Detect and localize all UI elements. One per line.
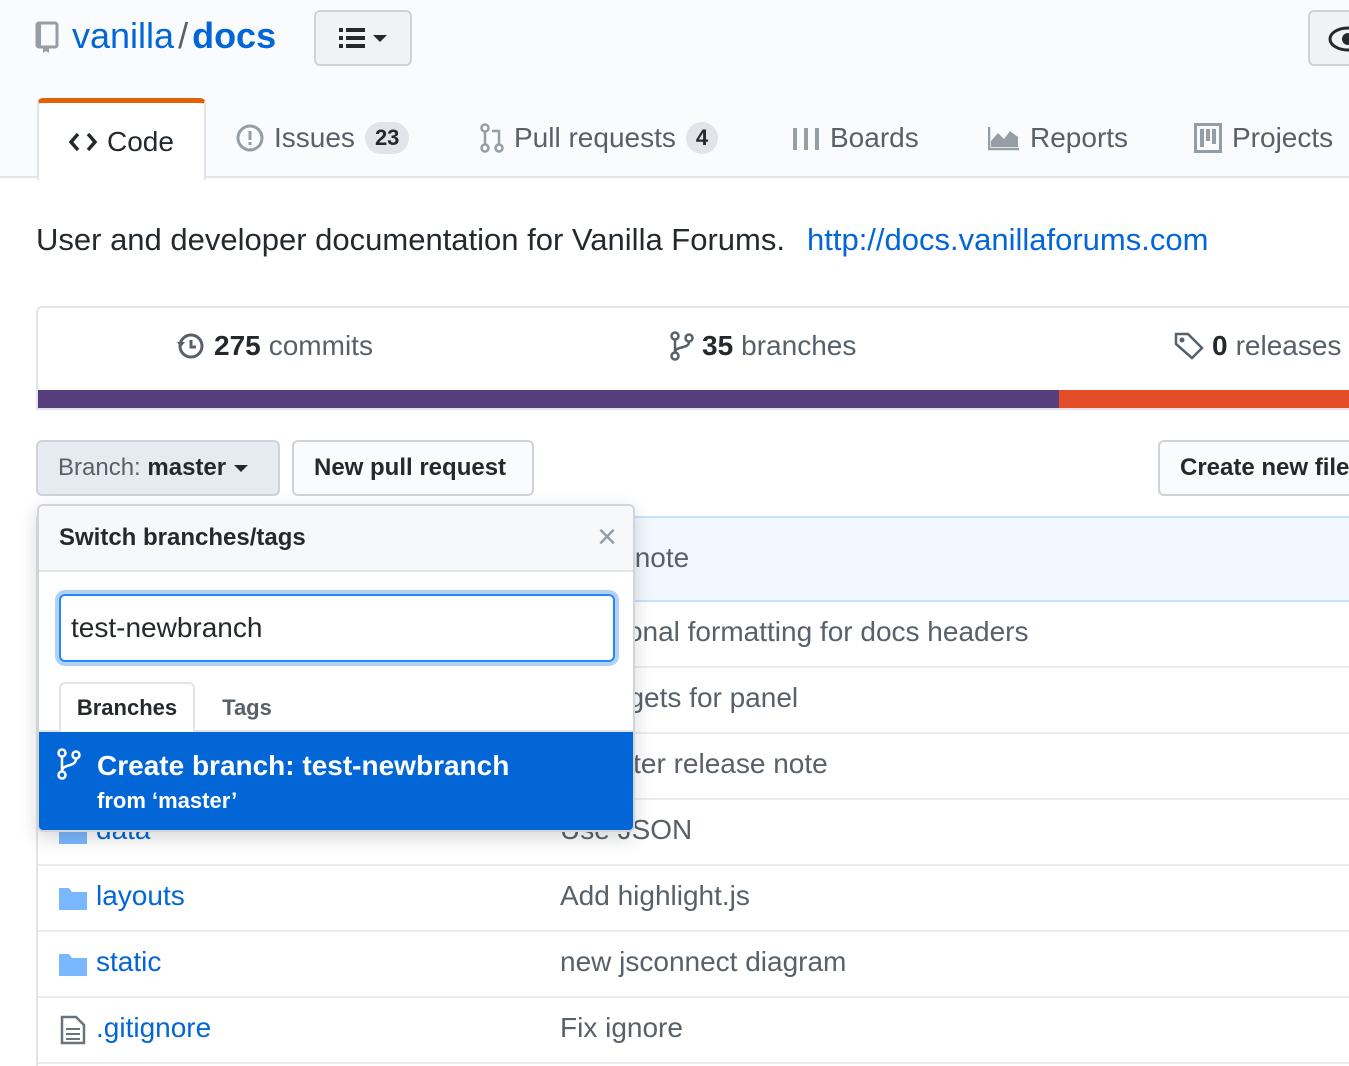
commit-message[interactable]: Add highlight.js xyxy=(560,880,750,912)
tab-branches[interactable]: Branches xyxy=(59,682,195,734)
branch-prefix: Branch: xyxy=(58,454,141,481)
issue-icon xyxy=(236,124,264,152)
tab-reports-label: Reports xyxy=(1030,122,1129,153)
file-name[interactable]: static xyxy=(96,946,161,978)
file-icon xyxy=(60,1015,86,1045)
branches-count: 35 xyxy=(702,330,734,361)
create-branch-source: from ‘master’ xyxy=(97,788,238,813)
tab-issues-label: Issues xyxy=(274,122,355,153)
repo-nav-tabs: Code Issues 23 Pull requests 4 Boards Re… xyxy=(0,98,1349,180)
folder-icon xyxy=(59,888,87,910)
caret-down-icon xyxy=(234,465,249,472)
eye-icon xyxy=(1328,26,1349,52)
repo-description: User and developer documentation for Van… xyxy=(36,222,1208,258)
tab-projects-label: Projects xyxy=(1232,122,1334,153)
repo-header: vanilla / docs Code Issues 23 Pull request… xyxy=(0,0,1349,180)
tab-boards-label: Boards xyxy=(830,122,919,153)
issues-counter: 23 xyxy=(364,122,410,154)
create-branch-item[interactable]: Create branch: test-newbranch from ‘mast… xyxy=(39,732,633,830)
branch-icon xyxy=(670,331,694,361)
tab-code-label: Code xyxy=(107,125,174,157)
tab-code[interactable]: Code xyxy=(37,98,206,180)
repo-owner-link[interactable]: vanilla xyxy=(72,15,174,56)
commit-message[interactable]: Fix ignore xyxy=(560,1012,683,1044)
tab-tags[interactable]: Tags xyxy=(209,682,285,734)
numbers-summary: 275 commits 35 branches 0 releases xyxy=(36,306,1349,410)
menu-header: Switch branches/tags × xyxy=(39,506,633,572)
tab-reports[interactable]: Reports xyxy=(988,98,1128,178)
branch-filter-input[interactable] xyxy=(59,594,615,662)
project-icon xyxy=(1194,123,1222,153)
language-bar[interactable] xyxy=(38,390,1349,408)
commits-count: 275 xyxy=(214,330,261,361)
branches-stat[interactable]: 35 branches xyxy=(670,330,856,362)
repo-title: vanilla / docs xyxy=(72,14,276,58)
close-icon[interactable]: × xyxy=(597,520,617,554)
branch-name: master xyxy=(147,454,227,481)
create-branch-title: Create branch: test-newbranch xyxy=(97,750,510,781)
caret-down-icon xyxy=(373,35,387,42)
repo-name-link[interactable]: docs xyxy=(192,15,276,56)
commits-label: commits xyxy=(268,330,373,361)
tab-projects[interactable]: Projects xyxy=(1194,98,1333,178)
file-name[interactable]: .gitignore xyxy=(96,1012,211,1044)
code-icon xyxy=(69,132,97,151)
menu-tabs: Branches Tags xyxy=(39,682,633,734)
commit-message[interactable]: new jsconnect diagram xyxy=(560,946,846,978)
tab-pull-requests-label: Pull requests xyxy=(514,122,676,153)
tab-boards[interactable]: Boards xyxy=(792,98,919,178)
tag-icon xyxy=(1174,332,1204,360)
releases-count: 0 xyxy=(1212,330,1228,361)
repo-separator: / xyxy=(178,15,189,56)
tab-pull-requests[interactable]: Pull requests 4 xyxy=(480,98,719,178)
graph-icon xyxy=(988,127,1019,151)
tab-issues[interactable]: Issues 23 xyxy=(236,98,410,178)
releases-stat[interactable]: 0 releases xyxy=(1174,330,1341,362)
menu-title: Switch branches/tags xyxy=(59,524,306,551)
description-text: User and developer documentation for Van… xyxy=(36,222,785,257)
pulls-counter: 4 xyxy=(685,122,719,154)
pull-request-icon xyxy=(480,123,504,153)
branches-label: branches xyxy=(741,330,857,361)
releases-label: releases xyxy=(1235,330,1342,361)
homepage-link[interactable]: http://docs.vanillaforums.com xyxy=(807,222,1208,257)
folder-icon xyxy=(59,954,87,976)
table-row: static new jsconnect diagram xyxy=(38,932,1349,998)
history-icon xyxy=(177,333,204,359)
table-row: .gitignore Fix ignore xyxy=(38,998,1349,1064)
table-row: layouts Add highlight.js xyxy=(38,866,1349,932)
create-new-file-button[interactable]: Create new file xyxy=(1158,440,1349,496)
branch-select-menu: Switch branches/tags × Branches Tags Cre… xyxy=(37,504,635,832)
new-pull-request-button[interactable]: New pull request xyxy=(292,440,534,496)
file-name[interactable]: layouts xyxy=(96,880,185,912)
boards-icon xyxy=(793,128,819,150)
list-icon xyxy=(339,28,365,48)
branch-icon xyxy=(57,748,81,780)
repo-menu-button[interactable] xyxy=(314,10,412,66)
repo-icon xyxy=(35,21,59,53)
branch-select-button[interactable]: Branch: master xyxy=(36,440,280,496)
language-bar-segment-css xyxy=(38,390,1059,408)
commits-stat[interactable]: 275 commits xyxy=(176,330,373,362)
watch-button[interactable] xyxy=(1308,10,1349,66)
language-bar-segment-html xyxy=(1059,390,1349,408)
